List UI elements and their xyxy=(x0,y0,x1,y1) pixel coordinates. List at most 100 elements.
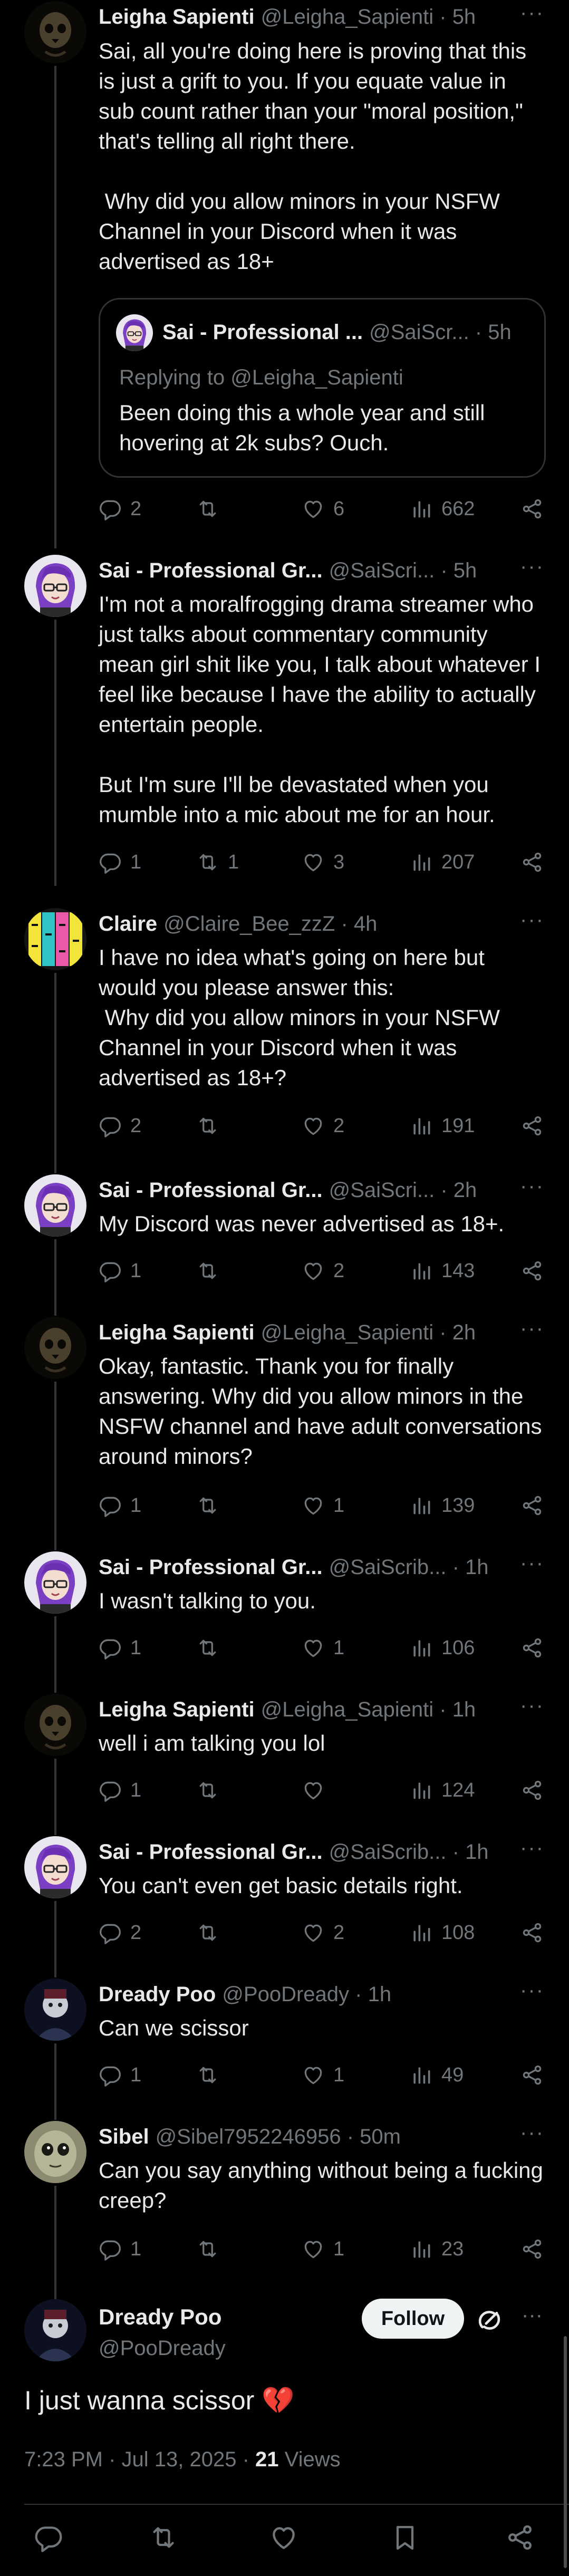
grok-icon[interactable] xyxy=(475,2305,504,2335)
author-name[interactable]: Sai - Professional Gr... xyxy=(99,1179,323,1202)
more-icon[interactable]: ··· xyxy=(516,2303,548,2335)
more-icon[interactable]: ··· xyxy=(516,1694,548,1725)
avatar[interactable] xyxy=(24,1979,86,2041)
like-button[interactable]: 1 xyxy=(302,2059,344,2091)
views-button[interactable]: 108 xyxy=(410,1917,475,1948)
avatar[interactable] xyxy=(24,1,86,63)
reply-button[interactable]: 2 xyxy=(99,1917,141,1948)
share-button[interactable] xyxy=(520,493,544,525)
like-icon[interactable] xyxy=(269,2523,298,2552)
author-handle[interactable]: @Leigha_Sapienti xyxy=(261,1321,434,1344)
share-button[interactable] xyxy=(520,1490,544,1521)
views-button[interactable]: 191 xyxy=(410,1110,475,1142)
tweet-time[interactable]: 1h xyxy=(465,1840,489,1864)
author-name[interactable]: Leigha Sapienti xyxy=(99,1698,255,1721)
like-button[interactable]: 2 xyxy=(302,1255,344,1287)
more-icon[interactable]: ··· xyxy=(516,2121,548,2153)
author-handle[interactable]: @Leigha_Sapienti xyxy=(261,5,434,28)
more-icon[interactable]: ··· xyxy=(516,1174,548,1206)
author-handle[interactable]: @SaiScri... xyxy=(329,559,435,582)
retweet-button[interactable] xyxy=(196,2059,228,2091)
author-handle[interactable]: @SaiScrib... xyxy=(329,1840,447,1864)
retweet-button[interactable] xyxy=(196,1917,228,1948)
author-handle[interactable]: @SaiScri... xyxy=(329,1179,435,1202)
views-button[interactable]: 662 xyxy=(410,493,475,525)
like-button[interactable]: 1 xyxy=(302,2233,344,2265)
main-author-handle[interactable]: @PooDready xyxy=(99,2333,226,2363)
more-icon[interactable]: ··· xyxy=(516,1317,548,1348)
views-button[interactable]: 124 xyxy=(410,1774,475,1806)
like-button[interactable]: 1 xyxy=(302,1490,344,1521)
retweet-button[interactable] xyxy=(196,1490,228,1521)
retweet-button[interactable] xyxy=(196,2233,228,2265)
reply-button[interactable]: 1 xyxy=(99,1774,141,1806)
retweet-button[interactable] xyxy=(196,1774,228,1806)
share-button[interactable] xyxy=(520,1632,544,1664)
avatar[interactable] xyxy=(24,1551,86,1614)
reply-button[interactable]: 1 xyxy=(99,846,141,878)
tweet-time[interactable]: 5h xyxy=(454,559,477,582)
more-icon[interactable]: ··· xyxy=(516,908,548,940)
more-icon[interactable]: ··· xyxy=(516,555,548,586)
author-handle[interactable]: @SaiScrib... xyxy=(329,1556,447,1579)
author-handle[interactable]: @Leigha_Sapienti xyxy=(261,1698,434,1721)
post-timestamp[interactable]: 7:23 PM · Jul 13, 2025 · xyxy=(24,2448,255,2471)
bookmark-icon[interactable] xyxy=(390,2523,420,2552)
author-name[interactable]: Dready Poo xyxy=(99,1983,216,2006)
reply-button[interactable]: 1 xyxy=(99,2233,141,2265)
scrollbar-thumb[interactable] xyxy=(564,2336,567,2568)
tweet-time[interactable]: 4h xyxy=(354,912,378,935)
avatar[interactable] xyxy=(24,1836,86,1898)
author-name[interactable]: Leigha Sapienti xyxy=(99,5,255,28)
author-name[interactable]: Sai - Professional Gr... xyxy=(99,1556,323,1579)
avatar[interactable] xyxy=(24,555,86,617)
views-button[interactable]: 143 xyxy=(410,1255,475,1287)
more-icon[interactable]: ··· xyxy=(516,1979,548,2010)
retweet-button[interactable] xyxy=(196,1632,228,1664)
share-button[interactable] xyxy=(520,1110,544,1142)
tweet-time[interactable]: 1h xyxy=(452,1698,476,1721)
share-button[interactable] xyxy=(520,846,544,878)
avatar[interactable] xyxy=(24,908,86,970)
author-handle[interactable]: @Sibel7952246956 xyxy=(156,2125,341,2148)
main-avatar[interactable] xyxy=(24,2299,86,2361)
tweet-time[interactable]: 1h xyxy=(368,1983,392,2006)
like-button[interactable]: 6 xyxy=(302,493,344,525)
share-button[interactable] xyxy=(520,1255,544,1287)
retweet-button[interactable] xyxy=(196,1255,228,1287)
share-button[interactable] xyxy=(520,2059,544,2091)
like-button[interactable]: 1 xyxy=(302,1632,344,1664)
like-button[interactable] xyxy=(302,1774,333,1806)
avatar[interactable] xyxy=(24,1174,86,1237)
views-button[interactable]: 139 xyxy=(410,1490,475,1521)
main-author-name[interactable]: Dready Poo xyxy=(99,2302,221,2332)
retweet-button[interactable] xyxy=(196,493,228,525)
author-name[interactable]: Sibel xyxy=(99,2125,149,2148)
share-button[interactable] xyxy=(520,1917,544,1948)
share-icon[interactable] xyxy=(505,2523,535,2552)
more-icon[interactable]: ··· xyxy=(516,1551,548,1583)
follow-button[interactable]: Follow xyxy=(362,2299,464,2339)
tweet-time[interactable]: 2h xyxy=(454,1179,477,1202)
views-button[interactable]: 207 xyxy=(410,846,475,878)
tweet-time[interactable]: 1h xyxy=(465,1556,489,1579)
reply-button[interactable]: 1 xyxy=(99,1490,141,1521)
quoted-tweet[interactable]: Sai - Professional ... @SaiScr... · 5h Rep… xyxy=(99,298,546,478)
author-name[interactable]: Sai - Professional Gr... xyxy=(99,559,323,582)
reply-icon[interactable] xyxy=(34,2523,63,2552)
more-icon[interactable]: ··· xyxy=(516,1836,548,1868)
author-name[interactable]: Claire xyxy=(99,912,157,935)
avatar[interactable] xyxy=(24,1317,86,1379)
tweet-time[interactable]: 2h xyxy=(452,1321,476,1344)
reply-button[interactable]: 2 xyxy=(99,493,141,525)
author-handle[interactable]: @PooDready xyxy=(222,1983,349,2006)
reply-button[interactable]: 2 xyxy=(99,1110,141,1142)
views-button[interactable]: 49 xyxy=(410,2059,464,2091)
like-button[interactable]: 3 xyxy=(302,846,344,878)
avatar[interactable] xyxy=(24,2121,86,2183)
author-name[interactable]: Sai - Professional Gr... xyxy=(99,1840,323,1864)
reply-button[interactable]: 1 xyxy=(99,1632,141,1664)
retweet-button[interactable]: 1 xyxy=(196,846,239,878)
views-button[interactable]: 106 xyxy=(410,1632,475,1664)
author-handle[interactable]: @Claire_Bee_zzZ xyxy=(163,912,335,935)
